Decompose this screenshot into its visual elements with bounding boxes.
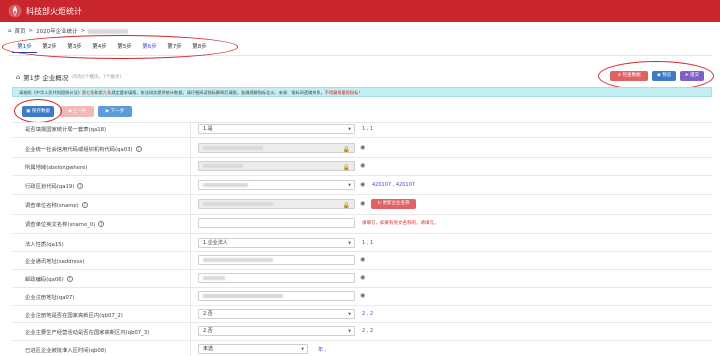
field-label: 企业主要生产经营活动是否在国家高新区内(qb07_3) [25, 330, 150, 336]
form-row-divider [12, 287, 712, 288]
sname0-input[interactable] [198, 218, 355, 228]
qb07-3-select[interactable]: 2.否 [198, 326, 355, 336]
home-icon: ⌂ [16, 73, 21, 81]
redacted-text [203, 202, 273, 206]
lock-icon: 🔒 [342, 164, 350, 171]
panel-title-text: 第1步 企业概况 [23, 74, 69, 82]
qa07-input[interactable] [198, 291, 355, 301]
redacted-text [203, 164, 243, 168]
sname0-error: 请填写，如果有英文名称的，请填写。 [362, 221, 439, 226]
qa19-select[interactable] [198, 180, 355, 190]
eye-icon[interactable]: ◉ [360, 144, 365, 151]
lock-icon: 🔒 [342, 146, 350, 153]
breadcrumb-item[interactable]: 2020年企业统计 [36, 27, 78, 35]
field-label: 已进区企业被批准入区时间(qb08) [25, 348, 107, 354]
panel-hint: (均为5个模块，7个接点) [71, 75, 122, 80]
qb07-3-code: 2 , 2 [362, 328, 374, 334]
eye-icon[interactable]: ◉ [360, 162, 365, 169]
form-row-divider [12, 233, 712, 234]
notice-banner: 请按照《中华人民共和国统计法》第七条和第九条规定要求填报，依法如实提供统计数据，… [12, 87, 712, 97]
qa03-field: 🔒 [198, 143, 355, 153]
qa15-code: 1 , 1 [362, 240, 374, 246]
field-label: 调查单位名称(sname)? [25, 202, 88, 209]
form-row-divider [12, 269, 712, 270]
app-title: 科技部火炬统计 [26, 7, 82, 16]
breadcrumb-separator: > [28, 28, 34, 34]
form-row-divider [12, 157, 712, 158]
sname-field: 🔒 [198, 199, 355, 209]
next-step-button[interactable]: ▶ 下一步 [98, 106, 132, 117]
field-label: 法人性质(qa15) [25, 242, 64, 248]
saddress-input[interactable] [198, 255, 355, 265]
form-row-divider [12, 305, 712, 306]
redacted-text [203, 258, 273, 262]
help-icon[interactable]: ? [81, 202, 88, 208]
redacted-text [88, 28, 129, 34]
help-icon[interactable]: ? [98, 221, 105, 227]
update-company-name-button[interactable]: ↻ 更新企业名称 [371, 199, 416, 209]
qb07-2-code: 2 , 2 [362, 311, 374, 317]
eye-icon[interactable]: ◉ [360, 200, 365, 207]
form-row-divider [12, 340, 712, 341]
form-row-divider [12, 137, 712, 138]
qa06-input[interactable] [198, 273, 355, 283]
qa19-code: 420107 , 420107 [372, 182, 415, 188]
form-row-divider [12, 322, 712, 323]
field-label: 企业统一社会信用代码或组织机构代码(qa03)? [25, 146, 142, 153]
lock-icon: 🔒 [342, 202, 350, 209]
qa18-select[interactable]: 1.是 [198, 124, 355, 134]
torch-logo-icon [8, 4, 22, 18]
redacted-text [203, 146, 263, 150]
form-row-divider [12, 194, 712, 195]
help-icon[interactable]: ? [77, 183, 84, 189]
app-header: 科技部火炬统计 [0, 0, 720, 22]
home-icon[interactable]: ⌂ [8, 28, 12, 34]
field-label: 调查单位英文名称(sname_0)? [25, 221, 105, 228]
breadcrumb: ⌂ 首页 > 2020年企业统计 > [8, 27, 129, 35]
breadcrumb-home[interactable]: 首页 [15, 27, 26, 35]
help-icon[interactable]: ? [66, 276, 73, 282]
field-label: 所属地域(sbelongwhere) [25, 165, 88, 171]
form-row-divider [12, 214, 712, 215]
form-row-divider [12, 251, 712, 252]
eye-icon[interactable]: ◉ [360, 274, 365, 281]
field-label: 是否填报国家统计局一套表(qa18) [25, 127, 107, 133]
field-label: 企业注册地是否在国家高新区内(qb07_2) [25, 313, 123, 319]
qb08-code: 年 , [318, 347, 327, 353]
field-label: 企业注册地址(qa07) [25, 295, 75, 301]
qa15-select[interactable]: 1.企业法人 [198, 238, 355, 248]
belong-field: 🔒 [198, 161, 355, 171]
field-label: 邮政编码(qa06)? [25, 276, 73, 283]
field-label: 行政区划代码(qa19)? [25, 183, 84, 190]
redacted-text [203, 276, 225, 280]
form-row-divider [12, 175, 712, 176]
qb07-2-select[interactable]: 2.否 [198, 309, 355, 319]
form-row-divider [12, 122, 712, 123]
prev-step-button[interactable]: ◀ 上一步 [60, 106, 94, 117]
redacted-text [203, 183, 248, 187]
save-highlight-ellipse [14, 99, 62, 123]
field-label: 企业通讯地址(saddress) [25, 259, 85, 265]
eye-icon[interactable]: ◉ [360, 181, 365, 188]
help-icon[interactable]: ? [135, 146, 142, 152]
redacted-text [203, 294, 283, 298]
panel-title: ⌂ 第1步 企业概况 (均为5个模块，7个接点) [16, 72, 121, 82]
qb08-select[interactable]: 未选 [198, 344, 308, 354]
eye-icon[interactable]: ◉ [360, 256, 365, 263]
breadcrumb-separator: > [80, 28, 86, 34]
qa18-code: 1 , 1 [362, 126, 374, 132]
eye-icon[interactable]: ◉ [360, 292, 365, 299]
steps-highlight-ellipse [2, 35, 238, 59]
